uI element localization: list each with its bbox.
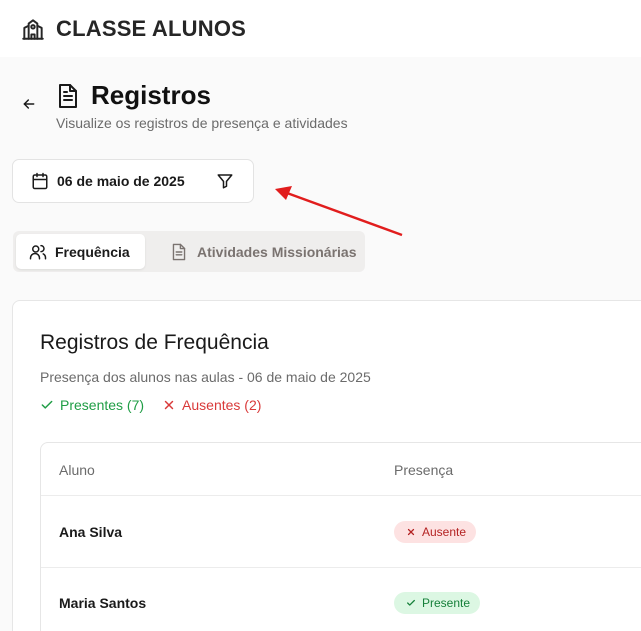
present-count: Presentes (7) — [40, 397, 144, 413]
tab-atividades-missionarias[interactable]: Atividades Missionárias — [158, 234, 358, 269]
student-name: Maria Santos — [59, 595, 147, 611]
app-title: CLASSE ALUNOS — [56, 15, 247, 41]
filter-icon[interactable] — [216, 172, 234, 190]
page-heading: Registros — [57, 80, 211, 111]
card-title: Registros de Frequência — [40, 331, 269, 354]
status-badge: Presente — [394, 592, 481, 614]
arrow-left-icon — [23, 99, 35, 109]
absent-count: Ausentes (2) — [162, 397, 261, 413]
attendance-summary: Presentes (7) Ausentes (2) — [40, 397, 261, 413]
check-icon — [41, 400, 53, 409]
present-count-label: Presentes (7) — [60, 397, 145, 413]
status-label: Presente — [422, 596, 471, 610]
status-label: Ausente — [422, 525, 467, 539]
page-subtitle: Visualize os registros de presença e ati… — [56, 115, 348, 131]
school-building-icon — [20, 16, 46, 42]
check-icon — [407, 599, 415, 606]
status-badge: Ausente — [394, 521, 477, 543]
document-icon — [171, 243, 189, 261]
document-icon — [57, 83, 81, 109]
table-header: Aluno Presença — [41, 443, 641, 496]
table-row: Maria Santos Presente — [41, 568, 641, 631]
column-header-aluno: Aluno — [59, 462, 95, 478]
tab-frequencia[interactable]: Frequência — [16, 234, 145, 269]
x-icon — [407, 528, 415, 536]
calendar-icon — [31, 172, 49, 190]
page-title: Registros — [91, 80, 211, 110]
student-name: Ana Silva — [59, 524, 123, 540]
tab-label: Atividades Missionárias — [197, 243, 357, 260]
tab-list: Frequência Atividades Missionárias — [13, 231, 365, 272]
attendance-card: Registros de Frequência Presença dos alu… — [12, 300, 641, 631]
column-header-presenca: Presença — [394, 462, 454, 478]
attendance-table: Aluno Presença Ana Silva Ausente Maria S… — [40, 442, 641, 631]
users-icon — [29, 243, 47, 261]
app-header: CLASSE ALUNOS — [0, 0, 641, 57]
back-button[interactable] — [19, 94, 39, 114]
tab-label: Frequência — [55, 243, 130, 260]
selected-date: 06 de maio de 2025 — [57, 173, 185, 189]
date-filter-button[interactable]: 06 de maio de 2025 — [12, 159, 254, 203]
x-icon — [164, 400, 174, 410]
card-subtitle: Presença dos alunos nas aulas - 06 de ma… — [40, 369, 371, 385]
absent-count-label: Ausentes (2) — [182, 397, 262, 413]
table-row: Ana Silva Ausente — [41, 497, 641, 568]
